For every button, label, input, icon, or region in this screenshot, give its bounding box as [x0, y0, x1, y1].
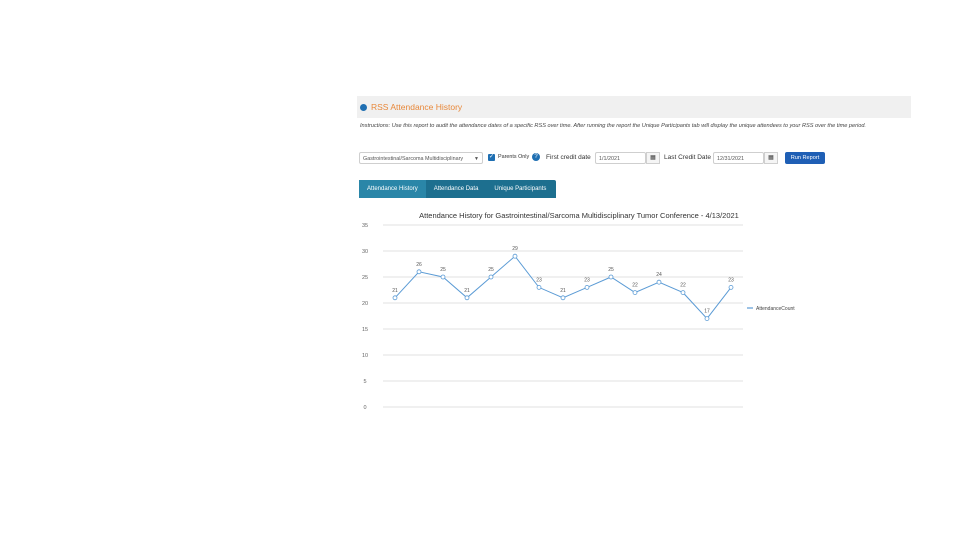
y-tick-label: 30 — [362, 249, 368, 255]
panel-header: RSS Attendance History — [357, 96, 911, 118]
y-tick-label: 10 — [362, 353, 368, 359]
data-point — [512, 253, 518, 259]
last-credit-date-input[interactable]: 12/31/2021 — [713, 152, 764, 164]
last-credit-label: Last Credit Date — [664, 154, 711, 161]
data-point — [416, 269, 422, 275]
series-select-value: Gastrointestinal/Sarcoma Multidisciplina… — [363, 156, 464, 162]
tab-unique-participants[interactable]: Unique Participants — [486, 180, 554, 198]
data-point — [656, 279, 662, 285]
data-point — [560, 295, 566, 301]
data-point — [536, 285, 542, 290]
data-point — [728, 285, 734, 290]
data-label: 22 — [632, 283, 638, 289]
y-tick-label: 35 — [362, 223, 368, 229]
data-label: 25 — [440, 267, 446, 273]
data-label: 25 — [488, 267, 494, 273]
run-report-button[interactable]: Run Report — [785, 152, 825, 164]
calendar-icon[interactable]: ▦ — [764, 152, 778, 164]
data-label: 23 — [728, 277, 734, 283]
y-tick-label: 20 — [362, 301, 368, 307]
data-point — [704, 316, 710, 321]
data-label: 21 — [560, 288, 566, 294]
tab-attendance-history[interactable]: Attendance History — [359, 180, 426, 198]
panel-title: RSS Attendance History — [371, 102, 463, 112]
data-point — [608, 274, 614, 280]
chart-title: Attendance History for Gastrointestinal/… — [419, 211, 739, 220]
data-label: 29 — [512, 246, 518, 252]
rss-logo-icon — [360, 103, 367, 111]
data-point — [488, 274, 494, 280]
y-tick-label: 25 — [362, 275, 368, 281]
data-label: 21 — [392, 288, 398, 294]
data-point — [464, 295, 470, 301]
data-label: 25 — [608, 267, 614, 273]
parents-only-label: Parents Only — [498, 154, 530, 160]
data-point — [680, 290, 686, 295]
data-label: 17 — [704, 309, 710, 315]
data-point — [584, 285, 590, 290]
tab-attendance-data[interactable]: Attendance Data — [426, 180, 487, 198]
attendance-chart: Attendance History for Gastrointestinal/… — [362, 211, 795, 411]
data-label: 22 — [680, 283, 686, 289]
help-icon[interactable]: ? — [532, 153, 540, 161]
data-label: 21 — [464, 288, 470, 294]
first-credit-date-input[interactable]: 1/1/2021 — [595, 152, 646, 164]
calendar-icon[interactable]: ▦ — [646, 152, 660, 164]
data-point — [632, 290, 638, 295]
chevron-down-icon: ▼ — [474, 156, 479, 162]
data-label: 23 — [536, 277, 542, 283]
data-point — [440, 274, 446, 280]
data-label: 26 — [416, 262, 422, 268]
series-select[interactable]: Gastrointestinal/Sarcoma Multidisciplina… — [359, 152, 483, 164]
data-label: 23 — [584, 277, 590, 283]
instructions-text: Instructions: Use this report to audit t… — [360, 123, 866, 129]
data-label: 24 — [656, 272, 662, 278]
y-tick-label: 15 — [362, 327, 368, 333]
y-tick-label: 0 — [363, 405, 366, 411]
report-controls: Gastrointestinal/Sarcoma Multidisciplina… — [359, 152, 919, 166]
first-credit-label: First credit date — [546, 154, 591, 161]
data-point — [392, 295, 398, 301]
y-tick-label: 5 — [363, 379, 366, 385]
parents-only-checkbox[interactable]: ✓ — [488, 154, 495, 161]
legend-label: AttendanceCount — [756, 306, 795, 312]
report-tabs: Attendance History Attendance Data Uniqu… — [359, 180, 556, 198]
